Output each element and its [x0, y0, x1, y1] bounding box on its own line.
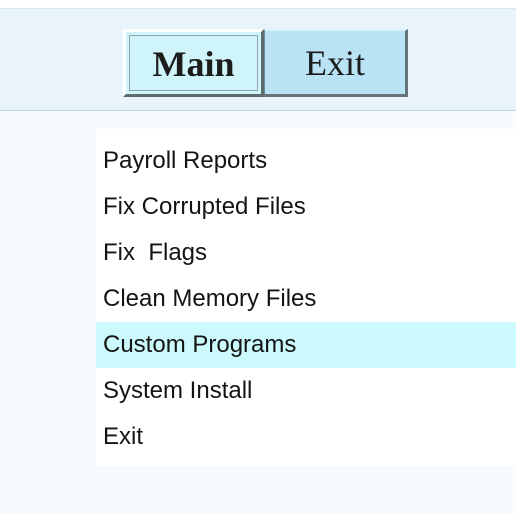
- menu-item-system-install[interactable]: System Install: [96, 368, 516, 414]
- application-window: Main Exit Payroll Reports Fix Corrupted …: [0, 0, 516, 514]
- menu-item-custom-programs[interactable]: Custom Programs: [96, 322, 516, 368]
- main-menu-panel: Payroll Reports Fix Corrupted Files Fix …: [96, 129, 516, 466]
- window-top-strip: [0, 0, 516, 9]
- menu-item-fix-flags[interactable]: Fix Flags: [96, 230, 516, 276]
- toolbar: Main Exit: [0, 9, 516, 111]
- tab-main-label: Main: [152, 43, 235, 84]
- menu-item-fix-corrupted-files[interactable]: Fix Corrupted Files: [96, 184, 516, 230]
- tab-exit[interactable]: Exit: [264, 29, 408, 97]
- menu-item-clean-memory-files[interactable]: Clean Memory Files: [96, 276, 516, 322]
- main-menu-list: Payroll Reports Fix Corrupted Files Fix …: [96, 138, 516, 460]
- menu-item-payroll-reports[interactable]: Payroll Reports: [96, 138, 516, 184]
- menu-item-exit[interactable]: Exit: [96, 414, 516, 460]
- tab-exit-label: Exit: [305, 42, 365, 83]
- tab-main[interactable]: Main: [123, 29, 264, 97]
